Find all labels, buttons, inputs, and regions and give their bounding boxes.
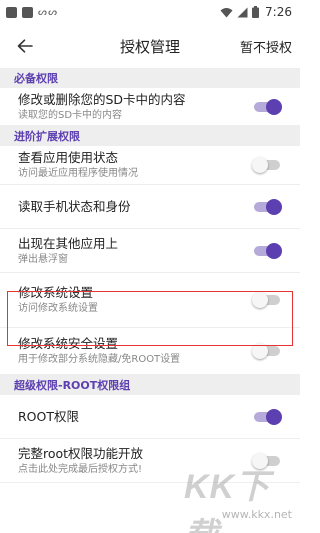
toggle-switch-on[interactable] bbox=[252, 98, 282, 115]
arrow-left-icon bbox=[17, 39, 33, 53]
permission-subtitle: 弹出悬浮窗 bbox=[18, 253, 68, 265]
notification-icon bbox=[6, 6, 17, 18]
permission-title: 完整root权限功能开放 bbox=[18, 445, 144, 461]
permission-row-root[interactable]: ROOT权限 bbox=[0, 395, 300, 439]
toggle-switch-off[interactable] bbox=[252, 292, 282, 308]
back-button[interactable] bbox=[14, 35, 36, 57]
permission-subtitle: 访问修改系统设置 bbox=[18, 303, 98, 314]
section-header-required: 必备权限 bbox=[0, 68, 300, 88]
permission-row-full-root[interactable]: 完整root权限功能开放 点击此处完成最后授权方式! bbox=[0, 439, 300, 483]
permission-title: 修改系统设置 bbox=[18, 285, 94, 300]
permission-subtitle: 点击此处完成最后授权方式! bbox=[18, 463, 143, 475]
permission-row-write-settings[interactable]: 修改系统设置 访问修改系统设置 bbox=[0, 273, 300, 328]
notification-glyphs: ᔕ ᔕ bbox=[38, 6, 57, 18]
toggle-switch-off[interactable] bbox=[252, 343, 282, 359]
toggle-switch-off[interactable] bbox=[252, 157, 282, 173]
permission-row-sd-card[interactable]: 修改或删除您的SD卡中的内容 读取您的SD卡中的内容 bbox=[0, 88, 300, 126]
permission-title: 出现在其他应用上 bbox=[18, 235, 119, 251]
permission-title: 读取手机状态和身份 bbox=[18, 198, 131, 214]
toggle-switch-on[interactable] bbox=[252, 198, 282, 215]
permission-title: 查看应用使用状态 bbox=[18, 150, 119, 165]
watermark-url: www.kkx.net bbox=[221, 508, 292, 521]
notification-icon bbox=[22, 6, 33, 18]
toggle-switch-on[interactable] bbox=[252, 408, 282, 425]
wifi-icon bbox=[220, 7, 233, 17]
permission-row-phone-state[interactable]: 读取手机状态和身份 bbox=[0, 185, 300, 229]
status-time: 7:26 bbox=[265, 5, 292, 19]
section-header-advanced: 进阶扩展权限 bbox=[0, 126, 300, 146]
permission-title: 修改系统安全设置 bbox=[18, 336, 119, 351]
app-bar: 授权管理 暂不授权 bbox=[0, 24, 300, 68]
battery-icon bbox=[252, 6, 260, 18]
permission-row-usage-stats[interactable]: 查看应用使用状态 访问最近应用程序使用情况 bbox=[0, 146, 300, 185]
permission-subtitle: 访问最近应用程序使用情况 bbox=[18, 168, 138, 179]
signal-icon bbox=[237, 7, 248, 17]
section-header-root: 超级权限-ROOT权限组 bbox=[0, 375, 300, 395]
permission-row-secure-settings[interactable]: 修改系统安全设置 用于修改部分系统隐藏/免ROOT设置 bbox=[0, 328, 300, 375]
permission-row-overlay[interactable]: 出现在其他应用上 弹出悬浮窗 bbox=[0, 229, 300, 273]
toggle-switch-on[interactable] bbox=[252, 242, 282, 259]
permission-title: ROOT权限 bbox=[18, 408, 79, 424]
toggle-switch-off[interactable] bbox=[252, 452, 282, 469]
permission-subtitle: 用于修改部分系统隐藏/免ROOT设置 bbox=[18, 354, 181, 365]
permission-title: 修改或删除您的SD卡中的内容 bbox=[18, 91, 186, 107]
permission-subtitle: 读取您的SD卡中的内容 bbox=[18, 109, 123, 121]
status-bar: ᔕ ᔕ 7:26 bbox=[0, 0, 300, 24]
skip-authorization-button[interactable]: 暂不授权 bbox=[240, 37, 292, 56]
